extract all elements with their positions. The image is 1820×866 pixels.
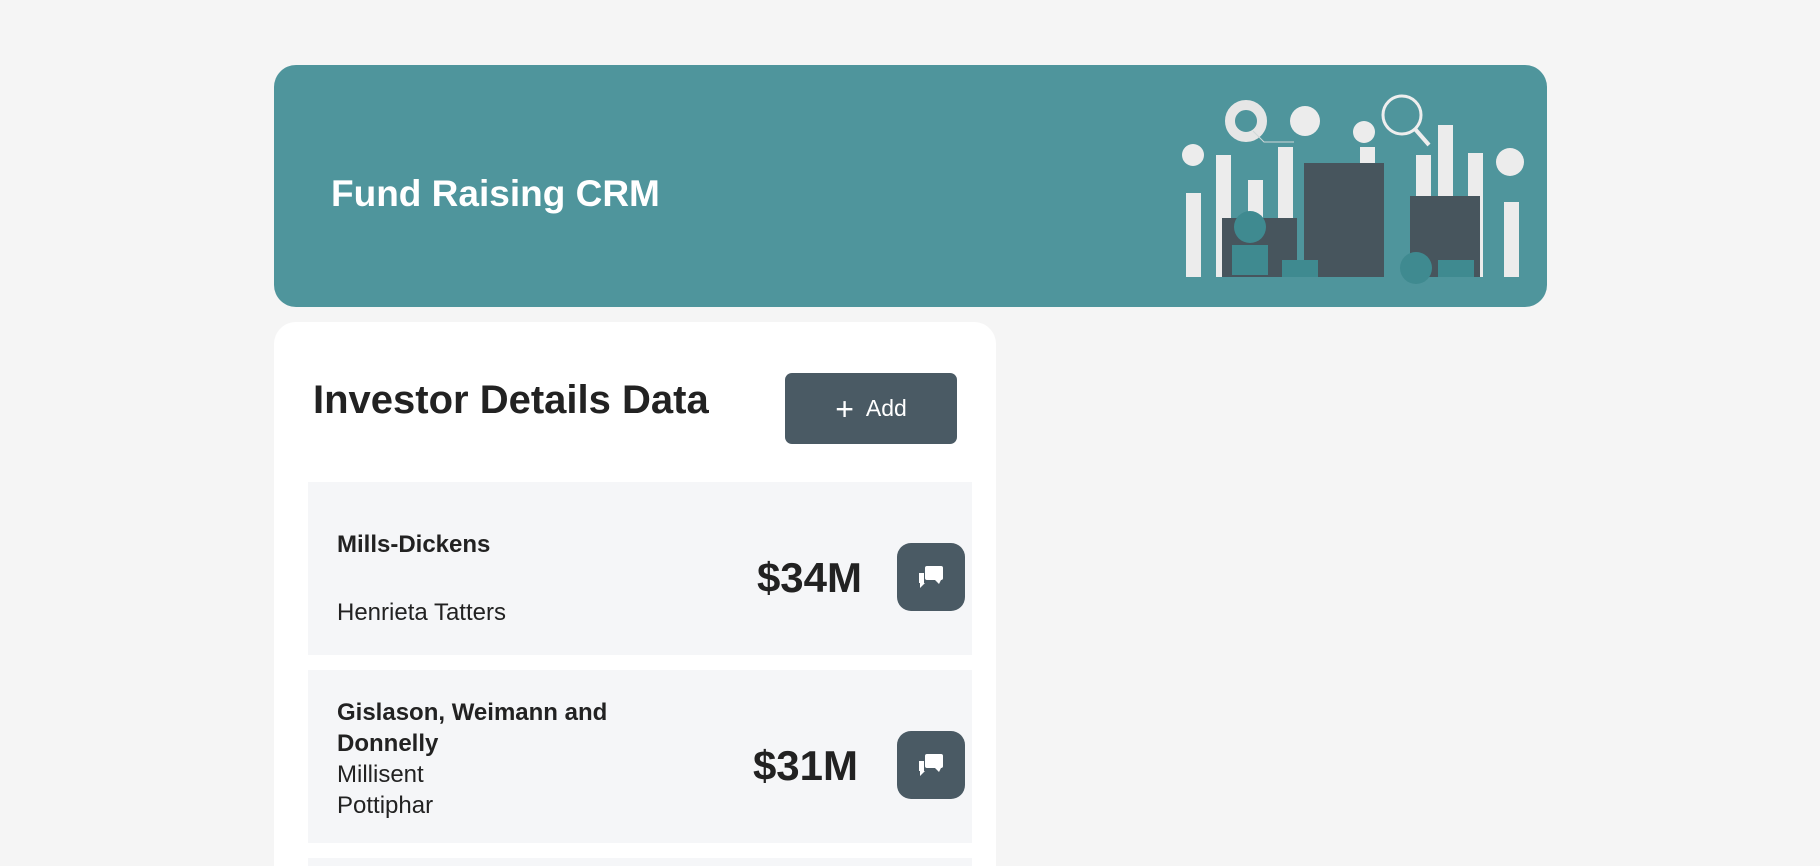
chat-button[interactable]	[897, 731, 965, 799]
company-name: Gislason, Weimann and Donnelly	[337, 699, 608, 757]
header-banner: Fund Raising CRM	[274, 65, 1547, 307]
chat-icon	[919, 566, 943, 588]
add-label: Add	[865, 395, 907, 421]
contact-name: Millisent Pottiphar	[337, 761, 434, 819]
investment-amount: $34M	[756, 554, 862, 601]
chat-button[interactable]	[897, 543, 965, 611]
add-investor-button[interactable]: + Add	[785, 373, 957, 444]
investment-amount: $31M	[752, 742, 858, 789]
contact-name: Henrieta Tatters	[337, 599, 506, 626]
fundraising-illustration-icon	[1182, 94, 1524, 284]
investor-row[interactable]: Gislason, Weimann and Donnelly Millisent…	[308, 670, 972, 843]
chat-icon	[919, 754, 943, 776]
investor-row[interactable]	[308, 858, 972, 866]
company-name: Mills-Dickens	[337, 531, 491, 558]
investor-details-card: Investor Details Data + Add Mills-Dicken…	[274, 322, 996, 866]
investor-row[interactable]: Mills-Dickens Henrieta Tatters $34M	[308, 482, 972, 655]
app-title: Fund Raising CRM	[331, 173, 660, 214]
plus-icon: +	[835, 390, 854, 427]
card-title: Investor Details Data	[313, 378, 709, 422]
